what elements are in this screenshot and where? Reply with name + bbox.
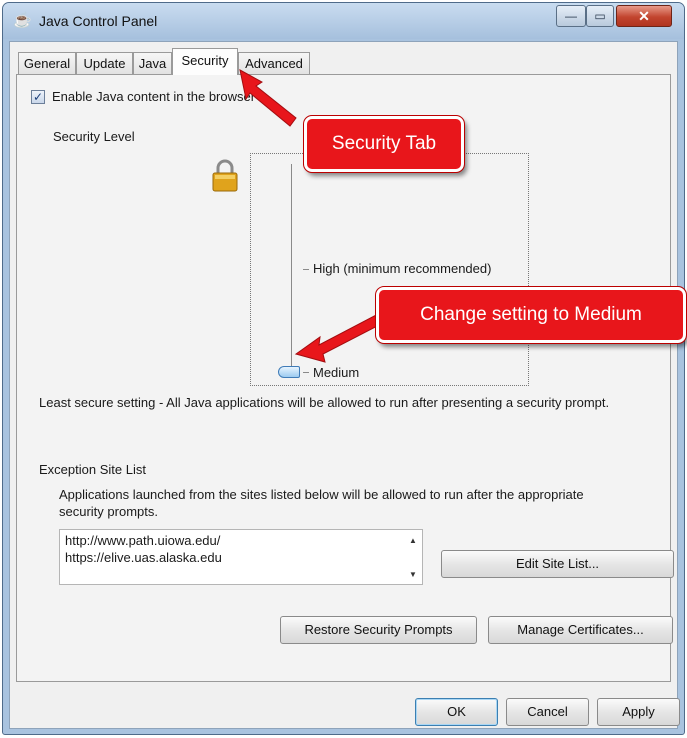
apply-button[interactable]: Apply xyxy=(597,698,680,726)
exception-description-line1: Applications launched from the sites lis… xyxy=(59,487,584,502)
edit-site-list-button[interactable]: Edit Site List... xyxy=(441,550,674,578)
tab-java[interactable]: Java xyxy=(133,52,172,74)
level-medium-label: Medium xyxy=(313,365,360,380)
slider-track xyxy=(291,164,292,376)
security-level-slider[interactable]: High (minimum recommended) Medium xyxy=(250,153,529,386)
exception-site-list-heading: Exception Site List xyxy=(39,462,146,477)
scroll-up-icon[interactable]: ▲ xyxy=(408,536,418,546)
tab-security[interactable]: Security xyxy=(172,48,238,75)
level-high-label: High (minimum recommended) xyxy=(313,261,492,276)
security-tab-callout: Security Tab xyxy=(303,115,465,173)
tab-advanced[interactable]: Advanced xyxy=(238,52,310,74)
list-item[interactable]: http://www.path.uiowa.edu/ xyxy=(65,533,220,548)
medium-setting-callout: Change setting to Medium xyxy=(375,286,687,344)
java-control-panel-window: ☕ Java Control Panel — ▭ ✕ General Updat… xyxy=(2,2,685,735)
exception-site-list[interactable]: http://www.path.uiowa.edu/ https://elive… xyxy=(59,529,423,585)
minimize-button[interactable]: — xyxy=(556,5,586,27)
slider-tick-high xyxy=(303,269,309,270)
enable-java-label: Enable Java content in the browser xyxy=(52,89,256,104)
list-item[interactable]: https://elive.uas.alaska.edu xyxy=(65,550,222,565)
scroll-down-icon[interactable]: ▼ xyxy=(408,570,418,580)
slider-thumb[interactable] xyxy=(278,366,300,378)
exception-description-line2: security prompts. xyxy=(59,504,158,519)
tab-general[interactable]: General xyxy=(18,52,76,74)
restore-security-prompts-button[interactable]: Restore Security Prompts xyxy=(280,616,477,644)
lock-icon xyxy=(212,159,238,192)
close-button[interactable]: ✕ xyxy=(616,5,672,27)
level-description: Least secure setting - All Java applicat… xyxy=(39,395,610,410)
java-cup-icon: ☕ xyxy=(13,12,32,29)
title-bar[interactable]: ☕ Java Control Panel — ▭ ✕ xyxy=(3,3,684,39)
slider-tick-medium xyxy=(303,372,309,373)
window-title: Java Control Panel xyxy=(39,13,158,29)
ok-button[interactable]: OK xyxy=(415,698,498,726)
cancel-button[interactable]: Cancel xyxy=(506,698,589,726)
security-level-label: Security Level xyxy=(53,129,135,144)
tab-update[interactable]: Update xyxy=(76,52,133,74)
enable-java-checkbox[interactable]: ✓ xyxy=(31,90,45,104)
manage-certificates-button[interactable]: Manage Certificates... xyxy=(488,616,673,644)
maximize-button[interactable]: ▭ xyxy=(586,5,614,27)
